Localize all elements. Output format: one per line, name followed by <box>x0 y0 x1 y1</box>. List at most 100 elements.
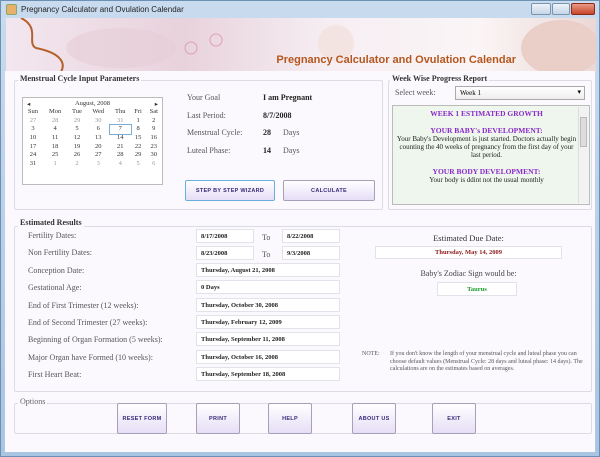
calendar-day[interactable]: 27 <box>87 151 110 160</box>
due-date-field[interactable]: Thursday, May 14, 2009 <box>375 246 562 259</box>
param-value[interactable]: I am Pregnant <box>263 93 312 102</box>
calendar-day[interactable]: 28 <box>110 151 131 160</box>
weekday-header: Thu <box>114 108 126 116</box>
option-button-print[interactable]: Print <box>196 403 240 434</box>
param-value[interactable]: 28 <box>263 128 271 137</box>
weekday-header: Fri <box>134 108 142 116</box>
calendar-day[interactable]: 20 <box>87 142 110 151</box>
chevron-down-icon: ▾ <box>577 88 581 96</box>
calendar-day[interactable]: 25 <box>43 151 67 160</box>
calendar-day[interactable]: 22 <box>131 142 146 151</box>
week-select[interactable]: Week 1 ▾ <box>455 86 585 100</box>
due-date-label: Estimated Due Date: <box>433 233 504 243</box>
param-value[interactable]: 8/7/2008 <box>263 111 291 120</box>
calendar-day[interactable]: 30 <box>146 151 162 160</box>
results-group-label: Estimated Results <box>18 218 84 227</box>
calendar-day[interactable]: 1 <box>43 160 67 169</box>
window-title: Pregnancy Calculator and Ovulation Calen… <box>21 5 184 14</box>
calendar-day[interactable]: 27 <box>23 117 43 126</box>
baby-heading: YOUR BABY's DEVELOPMENT: <box>430 126 543 135</box>
calendar-day[interactable]: 5 <box>131 160 146 169</box>
result-field[interactable]: Thursday, October 16, 2008 <box>196 349 340 364</box>
maximize-button[interactable] <box>552 3 570 15</box>
param-value[interactable]: 14 <box>263 146 271 155</box>
report-scrollbar[interactable] <box>578 107 588 203</box>
calendar-day[interactable]: 11 <box>43 134 67 143</box>
calendar-day[interactable]: 31 <box>23 160 43 169</box>
option-button-help[interactable]: Help <box>268 403 312 434</box>
weekday-header: Tue <box>72 108 82 116</box>
calendar-day[interactable]: 6 <box>87 125 110 134</box>
result-field[interactable]: Thursday, February 12, 2009 <box>196 314 340 329</box>
result-field[interactable]: 0 Days <box>196 280 340 295</box>
calendar-day[interactable]: 23 <box>146 142 162 151</box>
calendar-day[interactable]: 2 <box>67 160 87 169</box>
report-heading: WEEK 1 ESTIMATED GROWTH <box>430 109 543 118</box>
zodiac-field[interactable]: Taurus <box>437 282 517 296</box>
next-month-icon[interactable]: ▸ <box>155 100 158 108</box>
calendar-day[interactable]: 4 <box>43 125 67 134</box>
calendar-day[interactable]: 14 <box>110 134 131 143</box>
step-wizard-button[interactable]: Step by Step Wizard <box>185 180 275 201</box>
calendar-day[interactable]: 17 <box>23 142 43 151</box>
calculate-button[interactable]: Calculate <box>283 180 375 201</box>
calendar-day[interactable]: 6 <box>146 160 162 169</box>
baby-text: Your Baby's Development is just started.… <box>396 135 577 159</box>
fertility-from-field[interactable]: 8/17/2008 <box>196 229 254 243</box>
options-group-label: Options <box>18 397 48 406</box>
result-field[interactable]: Thursday, August 21, 2008 <box>196 263 340 277</box>
result-label: End of First Trimester (12 weeks): <box>28 300 139 310</box>
calendar[interactable]: ◂ August, 2008 ▸ Sun Mon Tue Wed Thu Fri Sat 27… <box>22 97 163 185</box>
calendar-day[interactable]: 8 <box>131 125 146 134</box>
option-button-about-us[interactable]: About us <box>352 403 396 434</box>
calendar-day[interactable]: 16 <box>146 134 162 143</box>
select-week-label: Select week: <box>395 88 436 97</box>
calendar-day[interactable]: 12 <box>67 134 87 143</box>
prev-month-icon[interactable]: ◂ <box>27 100 30 108</box>
input-group-label: Menstrual Cycle Input Parameters <box>18 74 142 83</box>
non-fertility-to-field[interactable]: 9/3/2008 <box>282 246 340 260</box>
result-field[interactable]: Thursday, October 30, 2008 <box>196 297 340 312</box>
banner-title: Pregnancy Calculator and Ovulation Calen… <box>276 54 516 66</box>
result-field[interactable]: Thursday, September 11, 2008 <box>196 332 340 347</box>
calendar-day[interactable]: 13 <box>87 134 110 143</box>
calendar-day[interactable]: 30 <box>87 117 110 126</box>
calendar-day[interactable]: 1 <box>131 117 146 126</box>
app-icon <box>6 4 17 15</box>
calendar-day[interactable]: 28 <box>43 117 67 126</box>
week-select-value: Week 1 <box>460 89 482 97</box>
banner: Pregnancy Calculator and Ovulation Calen… <box>6 18 596 72</box>
calendar-day[interactable]: 10 <box>23 134 43 143</box>
calendar-day[interactable]: 15 <box>131 134 146 143</box>
calendar-day[interactable]: 29 <box>131 151 146 160</box>
param-unit: Days <box>283 128 300 137</box>
calendar-day[interactable]: 31 <box>110 117 131 126</box>
week-group-label: Week Wise Progress Report <box>390 74 490 83</box>
calendar-day[interactable]: 21 <box>110 142 131 151</box>
calendar-day[interactable]: 29 <box>67 117 87 126</box>
minimize-button[interactable] <box>531 3 551 15</box>
calendar-day[interactable]: 2 <box>146 117 162 126</box>
calendar-day[interactable]: 5 <box>67 125 87 134</box>
calendar-day[interactable]: 3 <box>23 125 43 134</box>
param-label: Menstrual Cycle: <box>187 128 243 137</box>
calendar-day[interactable]: 4 <box>110 160 131 169</box>
body-text: Your body is ddint not the usual monthly <box>429 176 544 184</box>
option-button-exit[interactable]: Exit <box>432 403 476 434</box>
calendar-month-label: August, 2008 <box>74 100 111 107</box>
calendar-day[interactable]: 18 <box>43 142 67 151</box>
calendar-day[interactable]: 19 <box>67 142 87 151</box>
param-unit: Days <box>283 146 300 155</box>
calendar-day[interactable]: 24 <box>23 151 43 160</box>
close-button[interactable] <box>571 3 595 15</box>
calendar-day[interactable]: 3 <box>87 160 110 169</box>
result-label: Beginning of Organ Formation (5 weeks): <box>28 335 163 345</box>
fertility-to-field[interactable]: 8/22/2008 <box>282 229 340 243</box>
non-fertility-from-field[interactable]: 8/23/2008 <box>196 246 254 260</box>
calendar-day[interactable]: 26 <box>67 151 87 160</box>
calendar-day[interactable]: 7 <box>108 124 132 135</box>
result-label: End of Second Trimester (27 weeks): <box>28 317 148 327</box>
calendar-day[interactable]: 9 <box>146 125 162 134</box>
result-field[interactable]: Thursday, September 18, 2008 <box>196 366 340 381</box>
option-button-reset-form[interactable]: Reset Form <box>117 403 167 434</box>
